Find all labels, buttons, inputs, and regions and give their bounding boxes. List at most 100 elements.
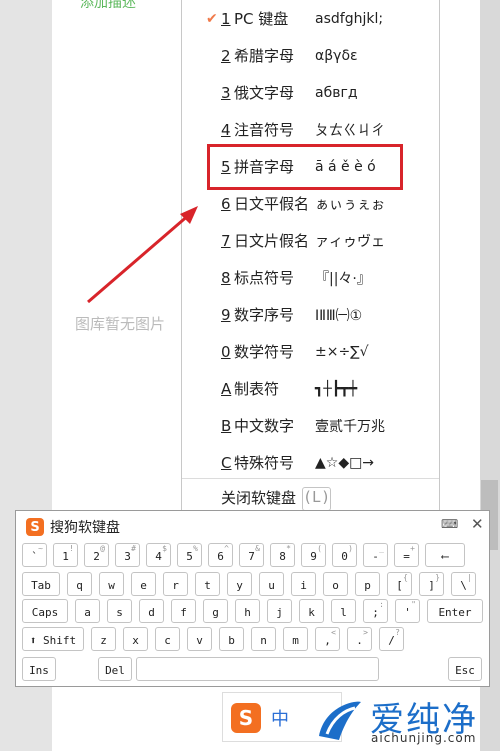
keyboard-key[interactable]: r — [163, 572, 188, 596]
keyboard-key[interactable]: 7 & — [239, 543, 264, 567]
keyboard-key[interactable]: Esc — [448, 657, 482, 681]
keyboard-key[interactable]: ` ~ — [22, 543, 47, 567]
keyboard-key[interactable]: o — [323, 572, 348, 596]
menu-item[interactable]: 7 日文片假名 ァィゥヴェ — [182, 222, 439, 259]
keyboard-key[interactable]: l — [331, 599, 356, 623]
close-soft-keyboard-item[interactable]: 关闭软键盘 (L) — [221, 487, 332, 511]
keyboard-key[interactable]: d — [139, 599, 164, 623]
keyboard-key[interactable]: ⬆ Shift — [22, 627, 84, 651]
keyboard-key[interactable]: y — [227, 572, 252, 596]
chinese-mode-toggle[interactable]: 中 — [271, 705, 289, 731]
keyboard-key[interactable]: 5% — [177, 543, 202, 567]
menu-item-sample: 壹贰千万兆 — [315, 418, 385, 435]
keyboard-key[interactable]: Enter — [427, 599, 483, 623]
keyboard-key[interactable]: j — [267, 599, 292, 623]
keyboard-key[interactable]: ' " — [395, 599, 420, 623]
red-arrow-annotation — [87, 206, 198, 304]
key-label: w — [108, 579, 115, 592]
menu-item[interactable]: 9 数字序号 ⅠⅡⅢ㈠① — [182, 296, 439, 333]
keyboard-key[interactable]: = + — [394, 543, 419, 567]
menu-item[interactable]: A 制表符 ┓┼┣┳┿ — [182, 370, 439, 407]
keyboard-key[interactable]: b — [219, 627, 244, 651]
check-icon: ✔ — [206, 10, 218, 27]
keyboard-key[interactable]: 9( — [301, 543, 326, 567]
keyboard-key[interactable]: Tab — [22, 572, 60, 596]
keyboard-key[interactable]: Del — [98, 657, 132, 681]
keyboard-key[interactable]: e — [131, 572, 156, 596]
keyboard-key[interactable]: 1! — [53, 543, 78, 567]
keyboard-key[interactable]: n — [251, 627, 276, 651]
keyboard-key[interactable]: 2 @ — [84, 543, 109, 567]
menu-item[interactable]: C 特殊符号 ▲☆◆□→ — [182, 444, 439, 481]
keyboard-key[interactable]: q — [67, 572, 92, 596]
menu-item[interactable]: B 中文数字 壹贰千万兆 — [182, 407, 439, 444]
menu-item[interactable]: 3 俄文字母 абвгд — [182, 74, 439, 111]
keyboard-key[interactable]: k — [299, 599, 324, 623]
menu-item-label: PC 键盘 — [234, 10, 289, 28]
keyboard-key[interactable]: \ | — [451, 572, 476, 596]
key-shift-label: ! — [69, 544, 74, 553]
keyboard-key[interactable]: h — [235, 599, 260, 623]
key-label: j — [276, 606, 283, 619]
menu-item[interactable]: 0 数学符号 ±×÷∑√ — [182, 333, 439, 370]
menu-item-sample: ±×÷∑√ — [315, 343, 369, 360]
keyboard-key[interactable] — [136, 657, 379, 681]
keyboard-key[interactable]: /? — [379, 627, 404, 651]
menu-item-sample: ┓┼┣┳┿ — [315, 380, 358, 397]
keyboard-key[interactable]: g — [203, 599, 228, 623]
menu-item-sample: 『||々·』 — [315, 270, 371, 287]
menu-item-label: 数学符号 — [234, 343, 295, 361]
key-shift-label: & — [255, 544, 260, 553]
keyboard-key[interactable]: Ins — [22, 657, 56, 681]
keyboard-key[interactable]: z — [91, 627, 116, 651]
keyboard-key[interactable]: x — [123, 627, 148, 651]
menu-item-sample: ⅠⅡⅢ㈠① — [315, 307, 363, 324]
keyboard-key[interactable]: . > — [347, 627, 372, 651]
keyboard-key[interactable]: f — [171, 599, 196, 623]
keyboard-key[interactable]: [{ — [387, 572, 412, 596]
keyboard-key[interactable]: Caps — [22, 599, 68, 623]
menu-item-shortcut: 7 — [221, 231, 231, 250]
menu-item[interactable]: 6 日文平假名 ぁぃぅぇぉ — [182, 185, 439, 222]
menu-item-shortcut: 6 — [221, 194, 231, 213]
menu-item[interactable]: ✔ 1 PC 键盘 asdfghjkl; — [182, 0, 439, 37]
keyboard-key[interactable]: 4 $ — [146, 543, 171, 567]
keyboard-key[interactable]: - _ — [363, 543, 388, 567]
keyboard-key[interactable]: ⟵ — [425, 543, 465, 567]
key-label: d — [148, 606, 155, 619]
key-label: n — [260, 634, 267, 647]
sogou-logo-icon[interactable]: S — [231, 703, 261, 733]
keyboard-key[interactable]: c — [155, 627, 180, 651]
keyboard-key[interactable]: i — [291, 572, 316, 596]
keyboard-key[interactable]: u — [259, 572, 284, 596]
key-label: l — [340, 606, 347, 619]
menu-item-shortcut: C — [221, 453, 232, 472]
keyboard-key[interactable]: a — [75, 599, 100, 623]
keyboard-key[interactable]: 3 # — [115, 543, 140, 567]
keyboard-key[interactable]: s — [107, 599, 132, 623]
keyboard-key[interactable]: 8 * — [270, 543, 295, 567]
keyboard-key[interactable]: t — [195, 572, 220, 596]
key-label: h — [244, 606, 251, 619]
keyboard-key[interactable]: m — [283, 627, 308, 651]
keyboard-key[interactable]: 0) — [332, 543, 357, 567]
keyboard-key[interactable]: 6 ^ — [208, 543, 233, 567]
keyboard-key[interactable]: ;: — [363, 599, 388, 623]
keyboard-key[interactable]: w — [99, 572, 124, 596]
menu-item[interactable]: 4 注音符号 ㄆㄊㄍㄐㄔ — [182, 111, 439, 148]
close-icon[interactable]: ✕ — [471, 515, 484, 533]
keyboard-icon[interactable]: ⌨ — [441, 517, 458, 531]
key-label: Tab — [31, 579, 51, 592]
menu-item-label: 日文平假名 — [234, 195, 310, 213]
menu-item[interactable]: 8 标点符号 『||々·』 — [182, 259, 439, 296]
keyboard-key[interactable]: ]} — [419, 572, 444, 596]
menu-item[interactable]: 2 希腊字母 αβγδε — [182, 37, 439, 74]
key-label: Enter — [438, 606, 472, 619]
keyboard-key[interactable]: p — [355, 572, 380, 596]
key-label: k — [308, 606, 315, 619]
key-shift-label: % — [193, 544, 198, 553]
key-shift-label: + — [410, 544, 415, 553]
keyboard-key[interactable]: v — [187, 627, 212, 651]
key-label: o — [332, 579, 339, 592]
keyboard-key[interactable]: , < — [315, 627, 340, 651]
